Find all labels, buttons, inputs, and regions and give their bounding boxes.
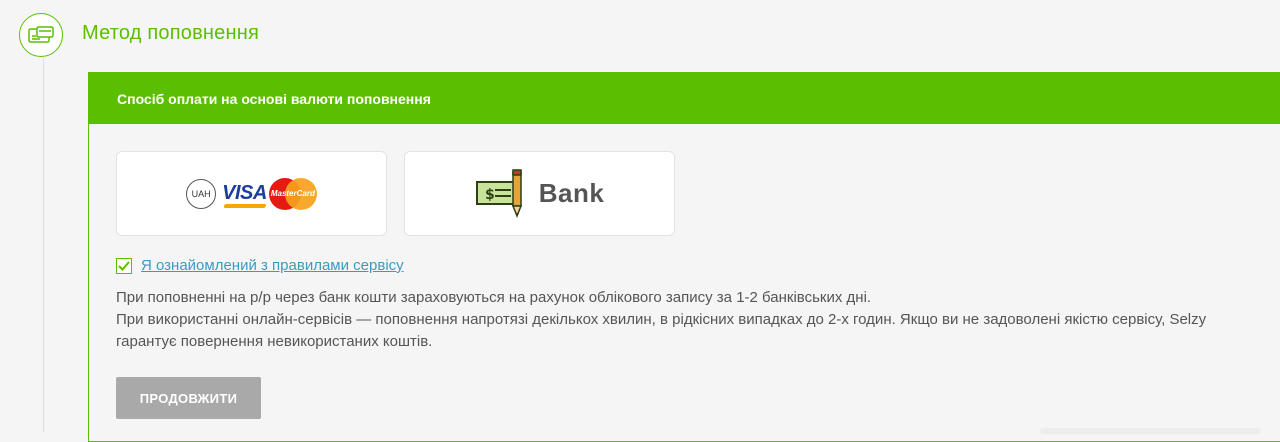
payment-option-bank[interactable]: $ Bank: [404, 151, 675, 236]
mastercard-logo: MasterCard: [268, 177, 317, 210]
info-text: При поповненні на р/р через банк кошти з…: [116, 287, 1256, 353]
visa-swoosh: [223, 204, 267, 208]
panel-header: Спосіб оплати на основі валюти поповненн…: [89, 73, 1280, 124]
uah-currency-badge: UAH: [186, 178, 217, 209]
section-title: Метод поповнення: [82, 22, 260, 44]
payment-method-step-icon: [19, 13, 63, 57]
visa-logo: VISA: [222, 182, 267, 208]
payment-card-icon: [28, 26, 54, 43]
payment-option-card[interactable]: UAH VISA MasterCard: [116, 151, 387, 236]
check-pencil-icon: $: [475, 168, 522, 218]
svg-text:$: $: [485, 187, 495, 203]
terms-link[interactable]: Я ознайомлений з правилами сервісу: [141, 257, 404, 274]
info-online-services: При використанні онлайн-сервісів — попов…: [116, 311, 1207, 350]
floating-widget-shadow: [1040, 428, 1260, 434]
agreement-row: Я ознайомлений з правилами сервісу: [116, 257, 404, 274]
continue-button[interactable]: ПРОДОВЖИТИ: [116, 377, 261, 419]
agreement-checkbox[interactable]: [116, 257, 132, 274]
checkmark-icon: [118, 260, 130, 271]
payment-method-panel: Спосіб оплати на основі валюти поповненн…: [88, 72, 1280, 442]
mastercard-logo-text: MasterCard: [270, 188, 315, 198]
info-bank-transfer: При поповненні на р/р через банк кошти з…: [116, 289, 872, 306]
visa-logo-text: VISA: [222, 182, 267, 204]
bank-label: Bank: [538, 178, 605, 208]
step-connector-line: [43, 58, 44, 432]
